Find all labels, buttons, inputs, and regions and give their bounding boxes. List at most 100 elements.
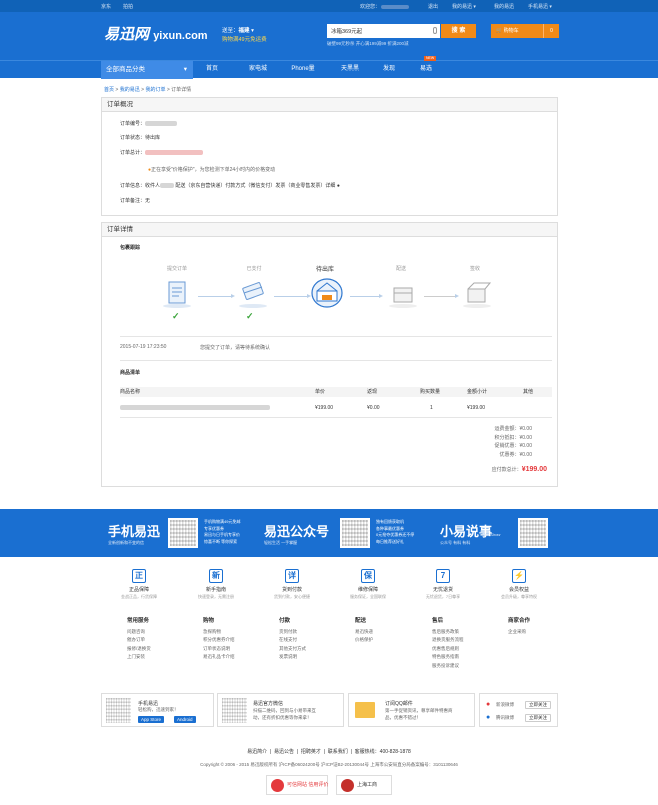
product-name[interactable] (120, 402, 270, 414)
banner-wechat-desc: 独有回馈获取机 各种事最优惠券 0元抢夺优惠券还不停 每日推荐送好礼 (376, 519, 415, 544)
microphone-icon[interactable] (433, 27, 437, 34)
logout-link[interactable]: 退出 (428, 3, 438, 10)
wechat-box: 易迅官方微信 扫描二维码，回到与小易带来互 动，还有折扣优惠等你来拿！ (217, 693, 344, 727)
order-grand-total: 应付款总计：¥199.00 (491, 466, 547, 473)
footer-links: 易迅简介 | 易迅公告 | 招聘英才 | 联系我们 | 客服热线：400-828… (247, 749, 411, 755)
follow-weibo-button[interactable]: 立即关注 (525, 701, 551, 709)
tracking-log-time: 2015-07-19 17:23:50 (120, 344, 167, 350)
step-paid-label: 已支付 (246, 266, 262, 272)
service-repair[interactable]: 保维修保障 服务保证，全国联保 (329, 569, 407, 600)
mobile-app-box: 手机易迅 轻松购，迅速到家！ App Store Android (101, 693, 214, 727)
step-signed-label: 签收 (469, 266, 480, 272)
shanghai-ic-badge[interactable]: 上海工商 (336, 775, 392, 795)
top-bar: 京东 拍拍 欢迎您： 退出 我的易迅 ▾ 我的易迅 手机易迅 ▾ (0, 0, 658, 12)
order-info-row: 订单信息：收件人 配送（京东自营快递）付款方式（微信支付）发票（商业零售发票）详… (120, 183, 340, 189)
service-guide[interactable]: 新新手指南 快速登录，无需注册 (177, 569, 255, 600)
step-arrow (274, 294, 311, 298)
tracking-log-text: 您提交了订单，请等待系统确认 (200, 345, 271, 351)
shield-icon (271, 779, 284, 792)
search-box (327, 24, 440, 38)
genuine-icon: 正 (132, 569, 146, 583)
delivery-box-icon (389, 287, 417, 308)
site-logo[interactable]: 易迅网 yixun.com (104, 23, 208, 44)
nav-appliance[interactable]: 家电城 (246, 61, 270, 78)
nav-phone[interactable]: Phone量 (288, 61, 318, 78)
nav-yixuan[interactable]: 易选 (418, 61, 434, 78)
trusted-site-badge[interactable]: 可信网站 信用评价 (266, 775, 328, 795)
my-yixun-link[interactable]: 我的易迅 ▾ (452, 3, 476, 10)
follow-tencent-button[interactable]: 立即关注 (525, 714, 551, 722)
divider (120, 336, 552, 337)
android-button[interactable]: Android (174, 716, 196, 723)
nav-discover[interactable]: 发现 (381, 61, 397, 78)
order-note-row: 订单备注：无 (120, 198, 151, 204)
footer-col-payment: 付款 货到付款 在线支付 其他支付方式 发票说明 (279, 618, 306, 659)
cart-icon: 🛒 (496, 28, 503, 34)
mobile-link[interactable]: 手机易迅 ▾ (528, 3, 552, 10)
all-categories-button[interactable]: 全部商品分类 ▾ (101, 61, 193, 79)
search-button[interactable]: 搜 索 (441, 24, 476, 38)
step-arrow (198, 294, 235, 298)
step-arrow (424, 294, 459, 298)
breadcrumb-orders[interactable]: 我的订单 (145, 87, 165, 93)
goods-table-header: 商品名称 单价 返现 购买数量 金额小计 其他 (120, 387, 552, 397)
top-link-paipai[interactable]: 拍拍 (123, 3, 133, 10)
guide-icon: 新 (209, 569, 223, 583)
service-member[interactable]: ⚡ 会员权益 会员升级，尊享特权 (480, 569, 558, 600)
footer-col-delivery: 配送 易迅快递 价格保护 (355, 618, 373, 642)
breadcrumb-my[interactable]: 我的易迅 (120, 87, 140, 93)
chevron-down-icon: ▾ (183, 66, 187, 73)
new-badge: NEW (424, 56, 437, 61)
divider (120, 417, 552, 418)
banner-wechat-title[interactable]: 易迅公众号 (264, 521, 329, 540)
mail-icon (355, 702, 375, 718)
breadcrumb-home[interactable]: 首页 (104, 87, 114, 93)
info-detail-icon[interactable]: ● (337, 183, 340, 189)
location-selector[interactable]: 送至：福建 ▾ (222, 26, 254, 34)
document-icon (163, 281, 191, 308)
cart-button[interactable]: 🛒 购物车 0 (491, 24, 559, 38)
banner-mobile-title[interactable]: 手机易迅 (108, 521, 160, 540)
footer-col-shopping: 购物 急探购物 积分优惠券介绍 订单状态说明 易迅礼品卡介绍 (203, 618, 235, 659)
step-pending-label: 待出库 (315, 267, 334, 273)
hot-keywords[interactable]: 破壁99元秒杀 开心满199减99 折满200减 (327, 41, 409, 47)
order-summary: 运费金额：¥0.00 积分抵扣：¥0.00 促销优惠：¥0.00 优惠券：¥0.… (494, 426, 532, 458)
emblem-icon (341, 779, 354, 792)
qr-code (168, 518, 198, 548)
return-icon: 7 (436, 569, 450, 583)
service-cod[interactable]: 详货到付款 货到付款，安心便捷 (253, 569, 331, 600)
table-row: ¥199.00 ¥0.00 1 ¥199.00 (120, 402, 552, 414)
banner-talkshow-title[interactable]: 小易说事 (440, 521, 492, 540)
search-input[interactable] (328, 25, 428, 37)
tracking-title: 包裹跟踪 (120, 245, 141, 251)
qr-code (106, 698, 131, 723)
promo-banner: 手机易迅 全新创新和不变的信 手机购物满49元免邮 专享优惠券 易迅与日手机专享价惊… (0, 509, 658, 557)
nav-tianheihei[interactable]: 天黑黑 (338, 61, 362, 78)
breadcrumb-current: 订单详情 (171, 87, 192, 93)
qr-code (518, 518, 548, 548)
top-link-jd[interactable]: 京东 (101, 3, 111, 10)
app-store-button[interactable]: App Store (138, 716, 165, 723)
cod-icon: 详 (285, 569, 299, 583)
qr-code (340, 518, 370, 548)
order-status-value: 待出库 (145, 135, 161, 141)
service-return[interactable]: 7 无忧退货 无忧退货，7日尊享 (404, 569, 482, 600)
tencent-weibo-icon: ● (486, 714, 491, 721)
my-yixun-2-link[interactable]: 我的易迅 (494, 3, 514, 10)
divider (120, 360, 552, 361)
check-icon: ✓ (246, 311, 254, 321)
order-overview-title: 订单概况 (102, 98, 557, 112)
order-status-row: 订单状态：待出库 (120, 135, 161, 141)
order-details-panel: 订单详情 包裹跟踪 提交订单 已支付 待出库 配送 签收 ✓ ✓ 2015-07… (101, 222, 558, 487)
footer-col-common: 常用服务 问题咨询 催办订单 报修/退换货 上门安装 (127, 618, 151, 659)
qq-mail-box[interactable]: 订阅QQ邮件 第一手促销资讯，尊享邮件特惠商 品，优惠不错过！ (348, 693, 475, 727)
weibo-box: ● 新浪微博 立即关注 ● 腾讯微博 立即关注 (479, 693, 558, 727)
sina-weibo-icon: ● (486, 701, 491, 708)
breadcrumb: 首页 > 我的易迅 > 我的订单 > 订单详情 (104, 87, 192, 93)
free-shipping-promo: 购物满49元免运费 (222, 37, 267, 43)
service-genuine[interactable]: 正正品保障 金战正品，行货保障 (100, 569, 178, 600)
welcome-text: 欢迎您： (360, 3, 410, 10)
main-nav: 全部商品分类 ▾ 首页 家电城 Phone量 天黑黑 发现 易选 NEW (0, 56, 658, 79)
step-delivery-label: 配送 (395, 266, 406, 272)
nav-home[interactable]: 首页 (204, 61, 220, 78)
